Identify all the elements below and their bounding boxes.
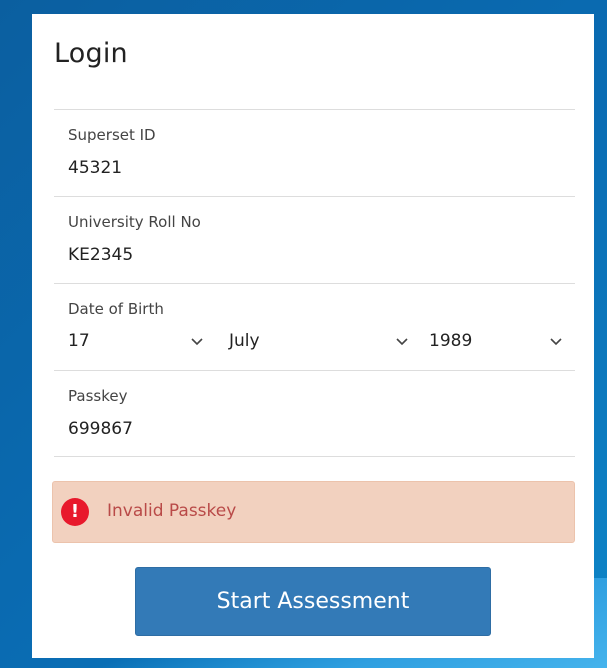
- chevron-down-icon: [191, 338, 203, 346]
- exclamation-icon: !: [61, 498, 89, 526]
- dob-day-value: 17: [68, 331, 90, 351]
- start-assessment-button[interactable]: Start Assessment: [135, 567, 491, 636]
- login-card: Login Superset ID University Roll No Dat…: [32, 14, 594, 658]
- dob-month-select[interactable]: July: [229, 331, 409, 355]
- superset-id-label: Superset ID: [68, 126, 156, 144]
- superset-id-input[interactable]: [68, 158, 548, 178]
- roll-no-input[interactable]: [68, 245, 548, 265]
- dob-label: Date of Birth: [68, 300, 164, 318]
- dob-field-group: Date of Birth 17 July 1989: [54, 283, 575, 370]
- roll-no-label: University Roll No: [68, 213, 201, 231]
- page-title: Login: [54, 38, 128, 69]
- roll-no-field-group: University Roll No: [54, 196, 575, 283]
- dob-month-value: July: [229, 331, 260, 351]
- chevron-down-icon: [550, 338, 562, 346]
- passkey-input[interactable]: [68, 419, 548, 439]
- alert-message: Invalid Passkey: [107, 501, 237, 521]
- passkey-field-group: Passkey: [54, 370, 575, 457]
- dob-day-select[interactable]: 17: [68, 331, 208, 355]
- chevron-down-icon: [396, 338, 408, 346]
- dob-year-value: 1989: [429, 331, 473, 351]
- superset-id-field-group: Superset ID: [54, 109, 575, 196]
- dob-year-select[interactable]: 1989: [429, 331, 562, 355]
- passkey-label: Passkey: [68, 387, 128, 405]
- error-alert: ! Invalid Passkey: [52, 481, 575, 543]
